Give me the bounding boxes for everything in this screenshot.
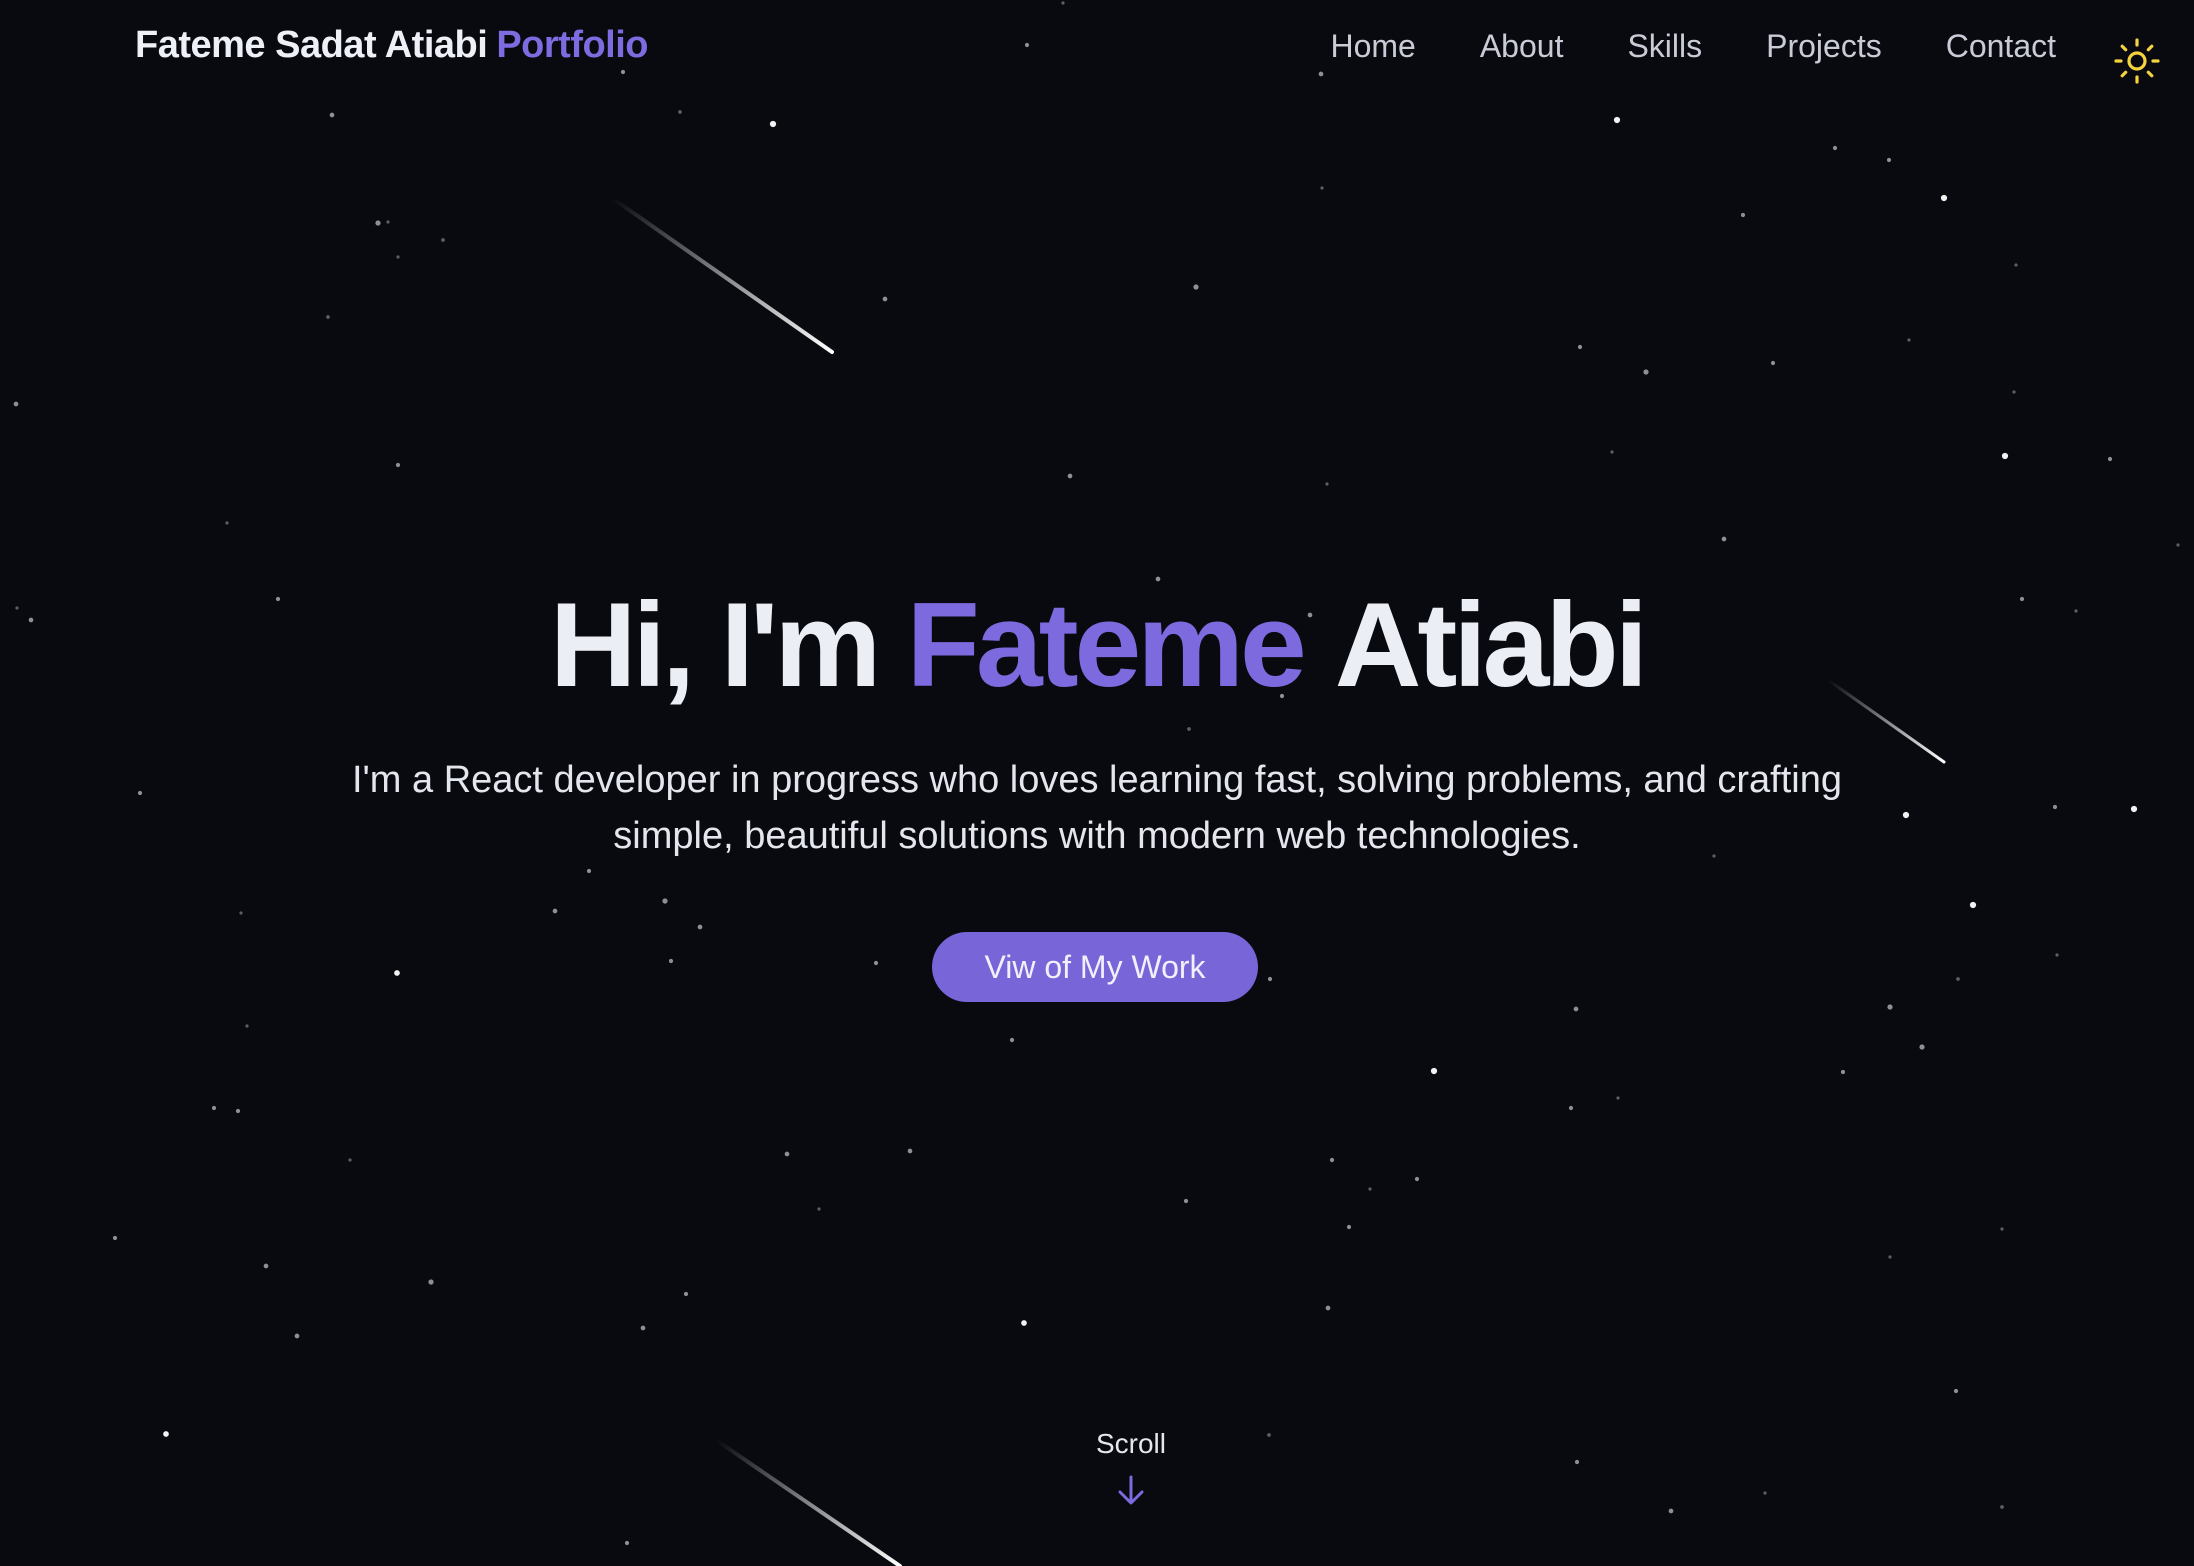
arrow-down-icon <box>1118 1475 1144 1505</box>
page: Fateme Sadat Atiabi Portfolio Home About … <box>0 0 2194 1566</box>
scroll-label: Scroll <box>1095 1428 1166 1459</box>
view-work-button[interactable]: Viw of My Work <box>932 932 1258 1002</box>
hero-subtitle: I'm a React developer in progress who lo… <box>351 759 1842 857</box>
hero-first-name: Fateme <box>906 578 1307 712</box>
hero-section: Hi, I'm Fateme Atiabi I'm a React develop… <box>0 0 2194 1566</box>
hero-last-name: Atiabi <box>1334 578 1648 712</box>
scroll-indicator[interactable]: Scroll <box>1047 1428 1215 1508</box>
hero-title: Hi, I'm Fateme Atiabi <box>0 575 2194 715</box>
hero-greeting: Hi, I'm <box>549 578 881 712</box>
